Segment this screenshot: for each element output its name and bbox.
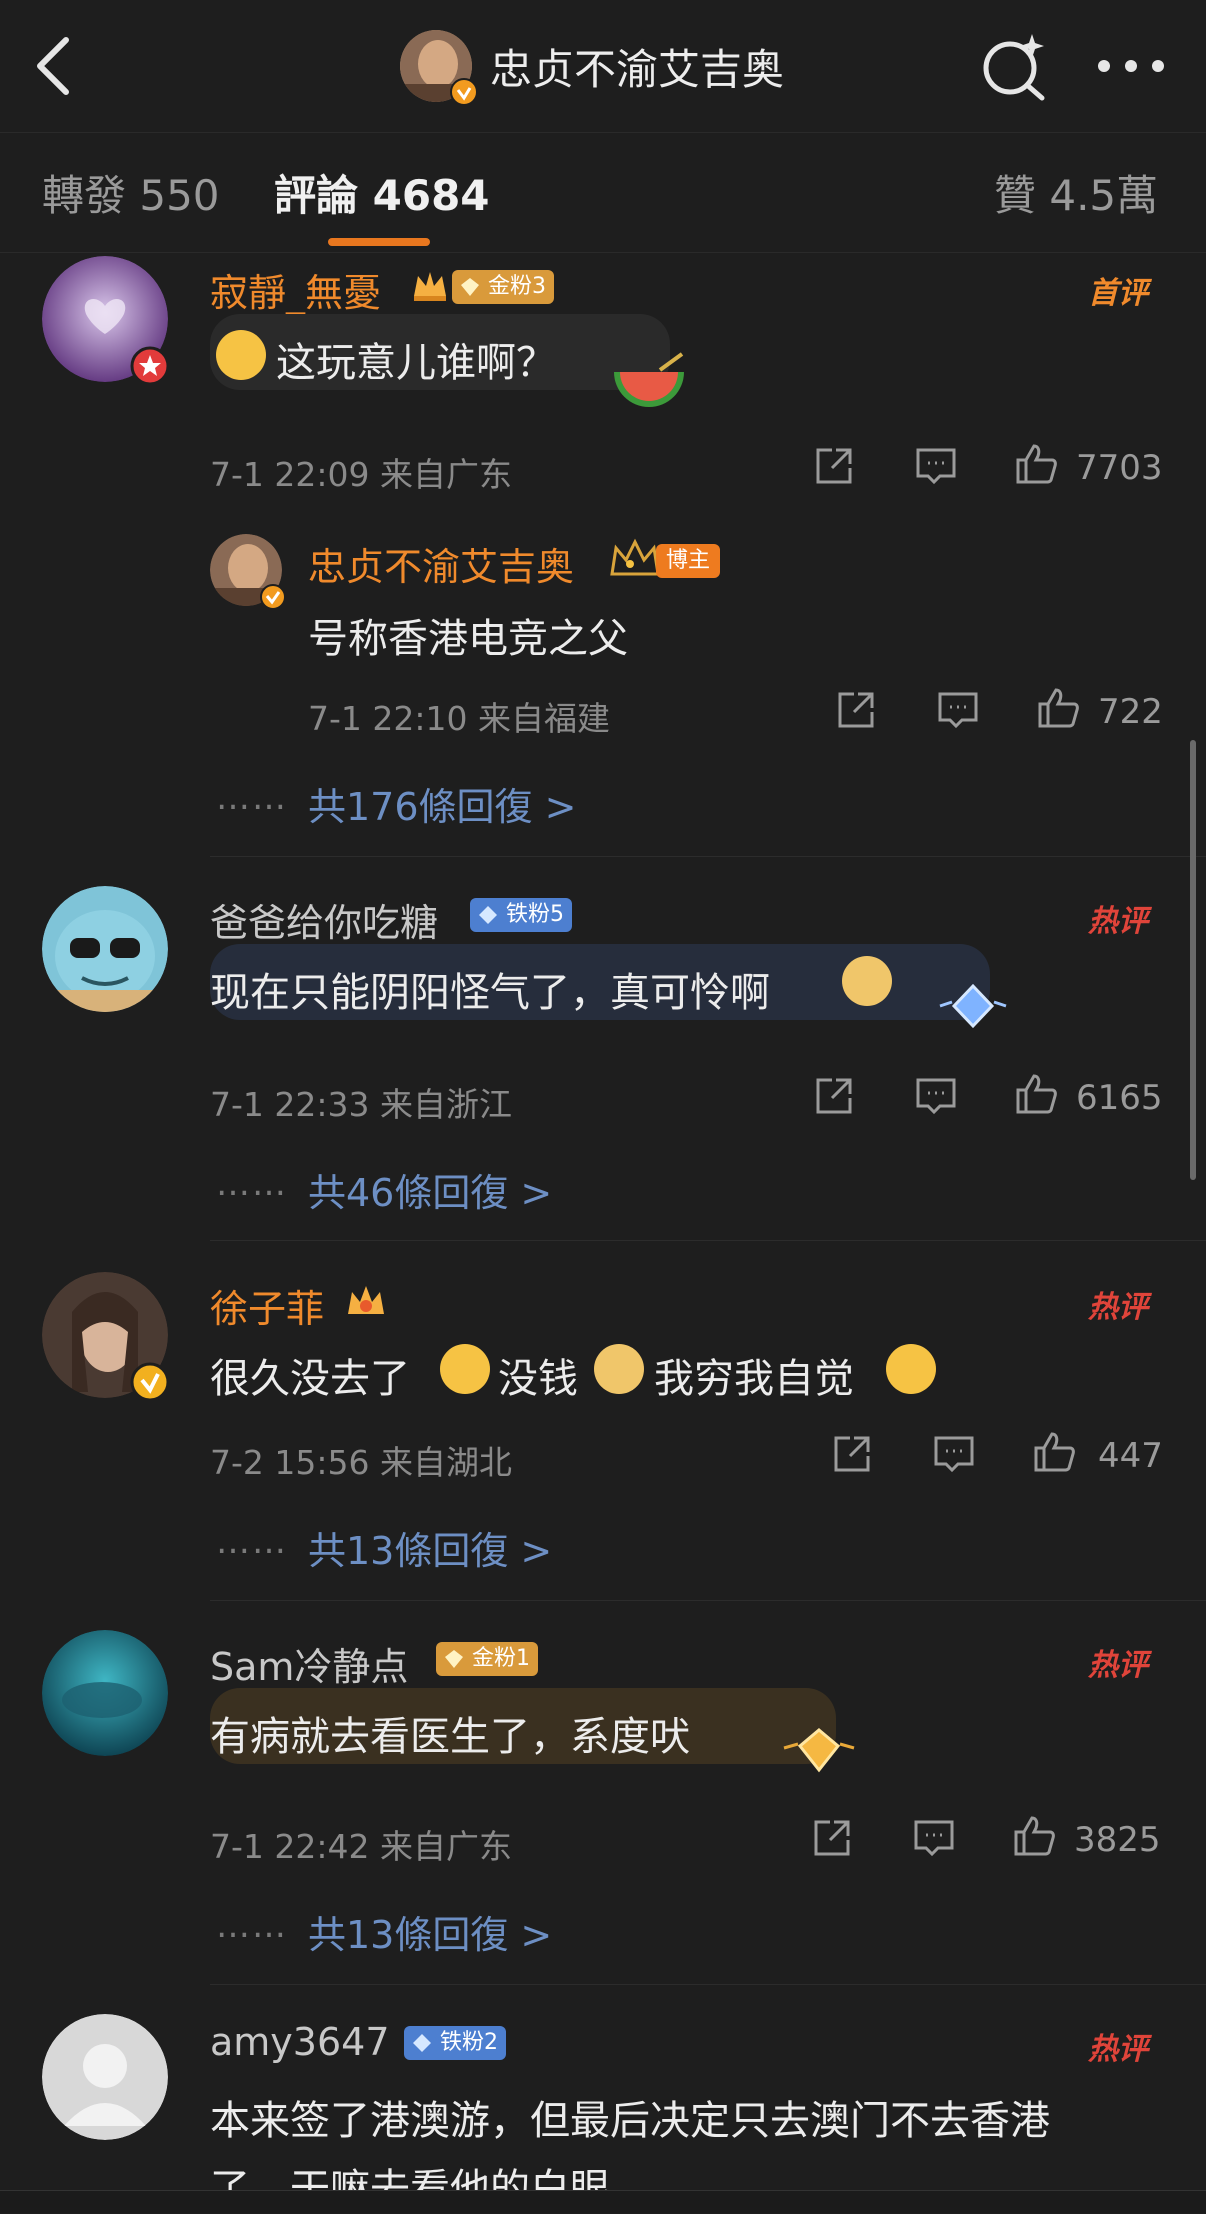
share-icon[interactable] bbox=[812, 444, 856, 488]
fan-badge: 铁粉5 bbox=[470, 898, 572, 932]
gold-gem-icon bbox=[461, 278, 479, 296]
divider bbox=[210, 1984, 1206, 1985]
hot-comment-tag: 热评 bbox=[1088, 1648, 1148, 1683]
comment-text: 很久没去了 bbox=[210, 1356, 410, 1402]
comment-icon[interactable] bbox=[936, 688, 980, 732]
tab-likes[interactable]: 贊 4.5萬 bbox=[994, 162, 1158, 223]
divider bbox=[210, 1240, 1206, 1241]
avatar[interactable] bbox=[42, 1630, 168, 1756]
crown-icon bbox=[348, 1286, 384, 1314]
comment-meta: 7-1 22:42 来自广东 bbox=[210, 1827, 512, 1866]
username[interactable]: 徐子菲 bbox=[210, 1278, 324, 1333]
share-icon[interactable] bbox=[810, 1816, 854, 1860]
comment-meta: 7-1 22:09 来自广东 bbox=[210, 455, 512, 494]
gold-gem-icon bbox=[783, 1728, 855, 1773]
comment-text: 现在只能阴阳怪气了，真可怜啊 bbox=[210, 970, 770, 1016]
divider bbox=[210, 856, 1206, 857]
hot-comment-tag: 热评 bbox=[1088, 1290, 1148, 1325]
comment-meta: 7-1 22:10 来自福建 bbox=[308, 699, 610, 738]
like-count: 6165 bbox=[1076, 1078, 1163, 1118]
vip-star-icon bbox=[130, 346, 170, 386]
username[interactable]: 爸爸给你吃糖 bbox=[210, 892, 438, 947]
divider bbox=[210, 1600, 1206, 1601]
scrollbar[interactable] bbox=[1190, 740, 1196, 1180]
chevron-left-icon[interactable] bbox=[30, 34, 82, 98]
like-icon[interactable] bbox=[1032, 1430, 1076, 1474]
like-icon[interactable] bbox=[1014, 442, 1058, 486]
verified-icon bbox=[260, 584, 286, 610]
username[interactable]: Sam冷静点 bbox=[210, 1636, 408, 1691]
view-replies-link[interactable]: 共13條回復 > bbox=[308, 1520, 552, 1575]
avatar[interactable] bbox=[42, 886, 168, 1012]
more-dots-icon[interactable] bbox=[1096, 58, 1166, 74]
like-icon[interactable] bbox=[1036, 686, 1080, 730]
comment-icon[interactable] bbox=[912, 1816, 956, 1860]
active-tab-indicator bbox=[328, 238, 430, 246]
share-icon[interactable] bbox=[812, 1074, 856, 1118]
doge-emoji-icon bbox=[594, 1344, 644, 1394]
fan-badge: 金粉1 bbox=[436, 1642, 538, 1676]
page-title-text: 忠贞不渝艾吉奥 bbox=[490, 44, 785, 94]
username[interactable]: 忠贞不渝艾吉奥 bbox=[308, 536, 574, 591]
bottom-bar bbox=[0, 2190, 1206, 2213]
diamond-icon bbox=[939, 983, 1007, 1029]
like-count: 3825 bbox=[1074, 1820, 1161, 1860]
verified-icon bbox=[130, 1362, 170, 1402]
like-count: 722 bbox=[1098, 692, 1163, 732]
tab-comments[interactable]: 評論 4684 bbox=[274, 162, 490, 223]
comment-text: 我穷我自觉 bbox=[654, 1356, 854, 1402]
username[interactable]: amy3647 bbox=[210, 2020, 390, 2064]
like-count: 7703 bbox=[1076, 448, 1163, 488]
crown-icon bbox=[610, 538, 660, 576]
avatar[interactable] bbox=[42, 2014, 168, 2140]
view-replies-link[interactable]: 共46條回復 > bbox=[308, 1162, 552, 1217]
hot-comment-tag: 热评 bbox=[1088, 904, 1148, 939]
view-replies-link[interactable]: 共176條回復 > bbox=[308, 776, 576, 831]
username[interactable]: 寂靜_無憂 bbox=[210, 262, 381, 317]
ellipsis: …… bbox=[216, 1522, 288, 1562]
comment-text: 这玩意儿谁啊？ bbox=[276, 340, 556, 386]
ellipsis: …… bbox=[216, 778, 288, 818]
watermelon-icon bbox=[614, 352, 684, 407]
like-icon[interactable] bbox=[1014, 1072, 1058, 1116]
share-icon[interactable] bbox=[830, 1432, 874, 1476]
fan-badge: 金粉3 bbox=[452, 270, 554, 304]
crown-icon bbox=[414, 272, 446, 301]
comment-meta: 7-2 15:56 来自湖北 bbox=[210, 1443, 512, 1482]
view-replies-link[interactable]: 共13條回復 > bbox=[308, 1904, 552, 1959]
comment-icon[interactable] bbox=[914, 444, 958, 488]
search-sparkle-icon[interactable] bbox=[980, 32, 1050, 102]
tab-bar: 轉發 550 評論 4684 贊 4.5萬 bbox=[0, 132, 1206, 253]
page-title[interactable]: 忠贞不渝艾吉奥 bbox=[400, 28, 785, 106]
tab-repost[interactable]: 轉發 550 bbox=[42, 162, 220, 223]
fan-badge: 铁粉2 bbox=[404, 2026, 506, 2060]
ellipsis: …… bbox=[216, 1906, 288, 1946]
verified-icon bbox=[450, 78, 478, 106]
comment-icon[interactable] bbox=[932, 1432, 976, 1476]
comment-text: 号称香港电竞之父 bbox=[308, 616, 628, 662]
comment-text: 没钱 bbox=[498, 1356, 578, 1402]
comment-icon[interactable] bbox=[914, 1074, 958, 1118]
gold-gem-icon bbox=[445, 1650, 463, 1668]
like-icon[interactable] bbox=[1012, 1814, 1056, 1858]
blogger-badge: 博主 bbox=[656, 544, 721, 578]
comment-text: 本来签了港澳游，但最后决定只去澳门不去香港 bbox=[210, 2098, 1050, 2144]
shush-emoji-icon bbox=[216, 330, 266, 380]
diamond-icon bbox=[479, 906, 497, 924]
comment-meta: 7-1 22:33 来自浙江 bbox=[210, 1085, 512, 1124]
doge-emoji-icon bbox=[842, 956, 892, 1006]
smile-emoji-icon bbox=[440, 1344, 490, 1394]
top-bar: 忠贞不渝艾吉奥 bbox=[0, 0, 1206, 133]
avatar bbox=[400, 30, 478, 106]
first-comment-tag: 首评 bbox=[1088, 276, 1148, 311]
like-count: 447 bbox=[1098, 1436, 1163, 1476]
diamond-icon bbox=[413, 2034, 431, 2052]
thinking-emoji-icon bbox=[886, 1344, 936, 1394]
ellipsis: …… bbox=[216, 1164, 288, 1204]
hot-comment-tag: 热评 bbox=[1088, 2032, 1148, 2067]
comment-text: 有病就去看医生了，系度吠 bbox=[210, 1714, 690, 1760]
share-icon[interactable] bbox=[834, 688, 878, 732]
